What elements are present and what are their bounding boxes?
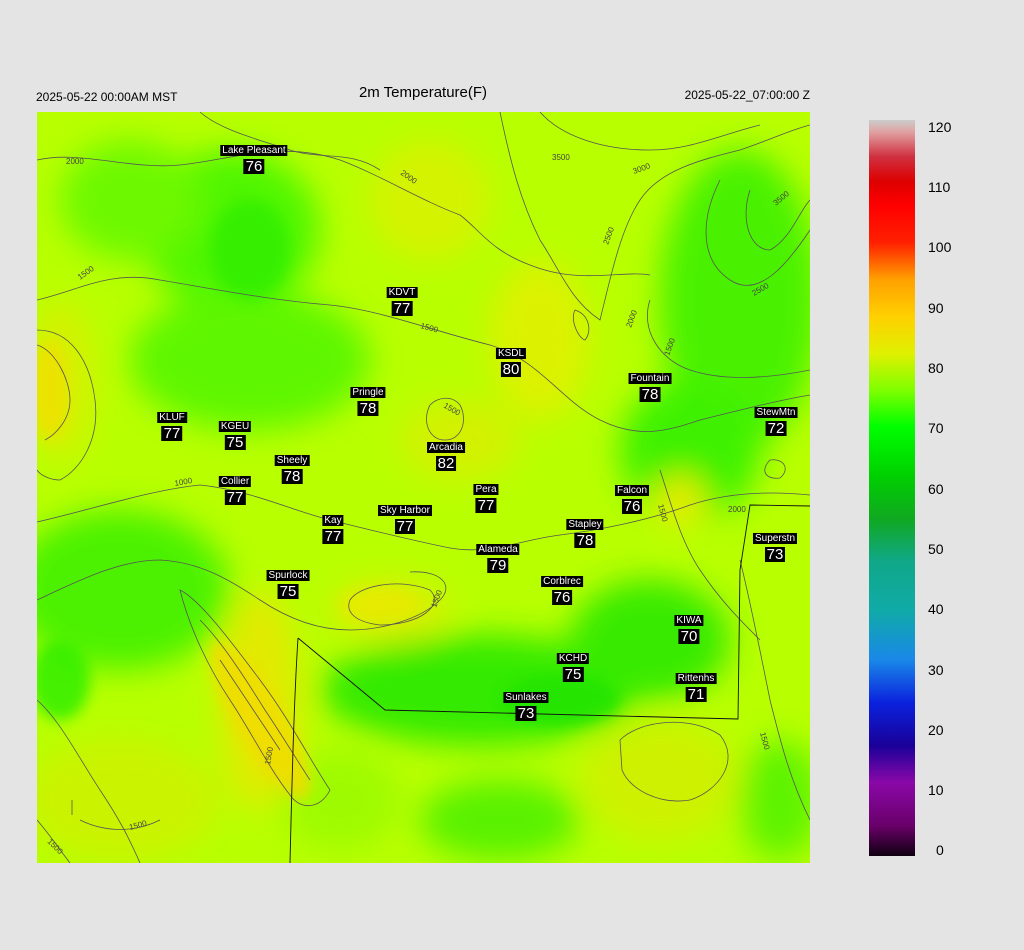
colorbar-label: 40 — [928, 601, 944, 617]
station-marker[interactable]: Sheely 78 — [274, 450, 310, 485]
station-name: Falcon — [614, 485, 650, 496]
colorbar-label: 90 — [928, 300, 944, 316]
station-temp: 78 — [639, 386, 661, 403]
colorbar-label: 60 — [928, 481, 944, 497]
station-marker[interactable]: Stapley 78 — [566, 514, 604, 549]
station-name: Arcadia — [427, 442, 465, 453]
colorbar-label: 120 — [928, 119, 952, 135]
contour-label: 2000 — [66, 157, 84, 166]
station-name: KDVT — [386, 287, 418, 298]
station-name: Superstn — [752, 533, 798, 544]
station-marker[interactable]: Arcadia 82 — [427, 437, 465, 471]
station-temp: 76 — [243, 158, 265, 175]
station-temp: 73 — [515, 705, 537, 722]
station-temp: 78 — [357, 400, 379, 417]
station-temp: 75 — [224, 434, 246, 451]
station-temp: 72 — [765, 420, 787, 437]
station-marker[interactable]: KGEU 75 — [218, 416, 252, 451]
station-name: Corblrec — [541, 576, 583, 587]
station-temp: 77 — [391, 300, 413, 317]
colorbar-label: 80 — [928, 360, 944, 376]
station-name: Stapley — [566, 519, 604, 530]
station-name: KGEU — [218, 421, 252, 432]
station-temp: 78 — [281, 468, 303, 485]
station-marker[interactable]: Sky Harbor 77 — [377, 500, 433, 535]
station-marker[interactable]: Spurlock 75 — [266, 565, 310, 600]
station-marker[interactable]: KLUF 77 — [157, 407, 187, 441]
station-marker[interactable]: KIWA 70 — [674, 610, 704, 645]
station-name: Kay — [322, 515, 344, 526]
station-temp: 75 — [562, 666, 584, 683]
station-marker[interactable]: Alameda 79 — [476, 539, 520, 574]
station-marker[interactable]: Collier 77 — [218, 471, 252, 506]
station-marker[interactable]: Pringle 78 — [350, 382, 386, 417]
station-temp: 82 — [435, 455, 457, 472]
station-temp: 71 — [685, 686, 707, 703]
station-name: Sunlakes — [503, 692, 549, 703]
station-name: Alameda — [476, 544, 520, 555]
station-temp: 77 — [322, 528, 344, 545]
station-temp: 75 — [277, 583, 299, 600]
station-name: Sky Harbor — [377, 505, 433, 516]
colorbar-label: 100 — [928, 239, 952, 255]
station-temp: 77 — [394, 518, 416, 535]
colorbar-label: 0 — [936, 842, 944, 858]
station-name: Spurlock — [266, 570, 310, 581]
temperature-map: 2000 2000 3500 3000 3500 2500 2500 2000 … — [37, 112, 915, 863]
station-marker[interactable]: Superstn 73 — [752, 528, 798, 563]
station-marker[interactable]: KCHD 75 — [556, 648, 590, 683]
colorbar-label: 10 — [928, 782, 944, 798]
station-name: Rittenhs — [675, 673, 717, 684]
colorbar-label: 50 — [928, 541, 944, 557]
colorbar — [869, 120, 915, 856]
station-name: Fountain — [628, 373, 672, 384]
contour-label: 2000 — [728, 505, 746, 514]
station-name: KCHD — [556, 653, 590, 664]
station-temp: 78 — [574, 532, 596, 549]
station-marker[interactable]: Corblrec 76 — [541, 571, 583, 605]
station-marker[interactable]: Kay 77 — [322, 510, 344, 545]
station-marker[interactable]: Falcon 76 — [614, 480, 650, 515]
station-name: Pera — [473, 484, 499, 495]
station-name: Collier — [218, 476, 252, 487]
station-temp: 70 — [678, 628, 700, 645]
station-name: Sheely — [274, 455, 310, 466]
station-marker[interactable]: Lake Pleasant 76 — [220, 140, 288, 175]
station-marker[interactable]: StewMtn 72 — [754, 402, 798, 437]
station-marker[interactable]: KDVT 77 — [386, 282, 418, 317]
station-temp: 77 — [161, 425, 183, 442]
station-temp: 76 — [551, 589, 573, 606]
station-temp: 77 — [224, 489, 246, 506]
station-name: StewMtn — [754, 407, 798, 418]
temperature-field — [37, 112, 810, 863]
station-temp: 73 — [764, 546, 786, 563]
station-name: Lake Pleasant — [220, 145, 288, 156]
station-temp: 79 — [487, 557, 509, 574]
station-marker[interactable]: Sunlakes 73 — [503, 687, 549, 722]
station-marker[interactable]: KSDL 80 — [495, 343, 527, 378]
colorbar-label: 30 — [928, 662, 944, 678]
station-marker[interactable]: Pera 77 — [473, 479, 499, 514]
station-marker[interactable]: Rittenhs 71 — [675, 668, 717, 703]
station-temp: 77 — [475, 497, 497, 514]
station-name: Pringle — [350, 387, 386, 398]
station-name: KIWA — [674, 615, 704, 626]
station-name: KSDL — [495, 348, 527, 359]
station-marker[interactable]: Fountain 78 — [628, 368, 672, 403]
station-temp: 80 — [500, 361, 522, 378]
colorbar-label: 70 — [928, 420, 944, 436]
colorbar-label: 20 — [928, 722, 944, 738]
station-name: KLUF — [157, 412, 187, 423]
contour-label: 3500 — [552, 153, 570, 162]
station-temp: 76 — [621, 498, 643, 515]
colorbar-label: 110 — [928, 179, 951, 195]
